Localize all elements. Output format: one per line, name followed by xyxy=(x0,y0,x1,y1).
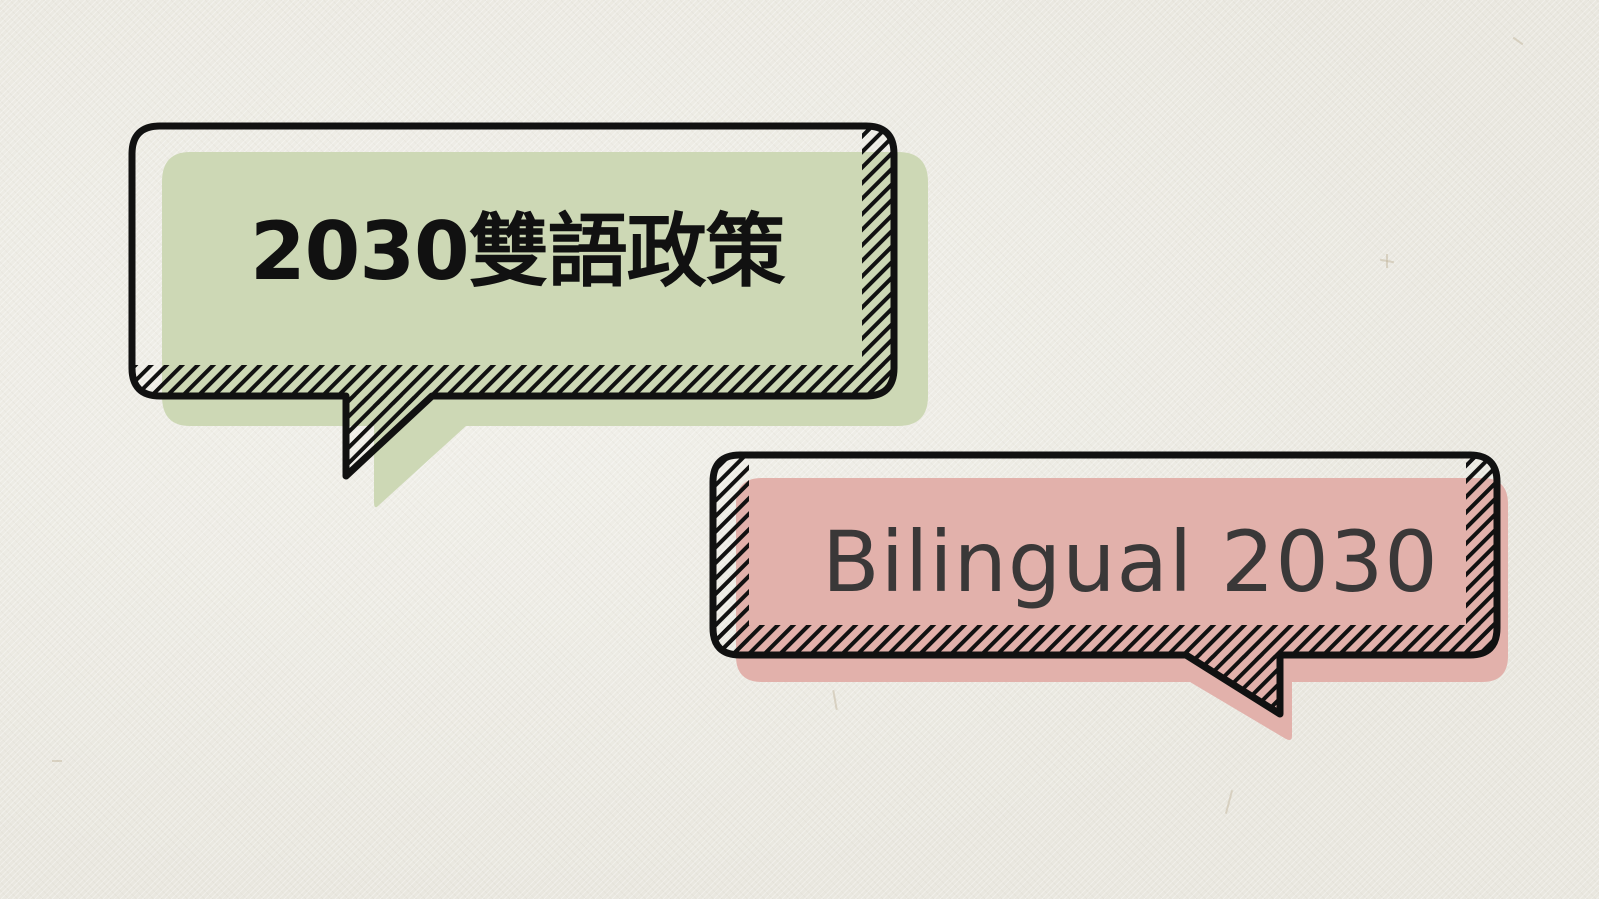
bubble-zh-text: 2030雙語政策 xyxy=(250,205,786,298)
canvas: 2030雙語政策 Bilingual 2030 xyxy=(0,0,1599,899)
bubble-zh xyxy=(128,122,928,508)
bubble-en-text: Bilingual 2030 xyxy=(822,513,1439,611)
bubbles-graphic xyxy=(128,122,1508,740)
